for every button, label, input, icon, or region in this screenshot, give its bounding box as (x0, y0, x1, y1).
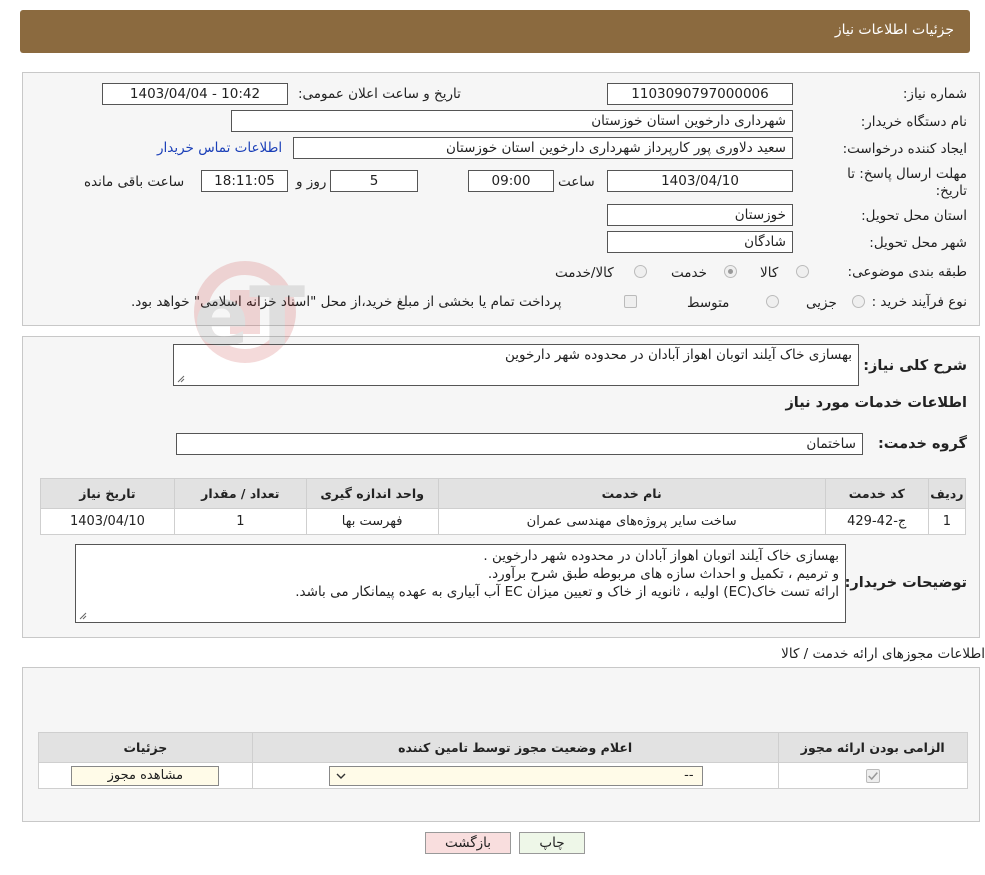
category-label: طبقه بندی موضوعی: (847, 264, 967, 280)
category-service-radio[interactable] (724, 265, 737, 278)
process-minor-label: جزیی (806, 295, 837, 311)
province-field: خوزستان (607, 204, 793, 226)
process-medium-radio[interactable] (766, 295, 779, 308)
category-goods-radio[interactable] (796, 265, 809, 278)
permit-required-checkbox[interactable] (865, 768, 880, 783)
need-number-label: شماره نیاز: (902, 86, 967, 102)
cell-service-code: ج-42-429 (824, 508, 929, 535)
buyer-notes-textarea: بهسازی خاک آیلند اتوبان اهواز آبادان در … (75, 544, 846, 623)
need-number-field: 1103090797000006 (607, 83, 793, 105)
check-icon (867, 771, 878, 780)
deadline-date-field: 1403/04/10 (607, 170, 793, 192)
city-label: شهر محل تحویل: (869, 235, 967, 251)
buyer-org-field: شهرداری دارخوین استان خوزستان (231, 110, 793, 132)
summary-text: بهسازی خاک آیلند اتوبان اهواز آبادان در … (505, 347, 852, 363)
summary-textarea: بهسازی خاک آیلند اتوبان اهواز آبادان در … (173, 344, 859, 386)
page-title: جزئیات اطلاعات نیاز (834, 22, 954, 38)
permit-status-select-value: -- (684, 767, 694, 783)
chevron-down-icon (336, 773, 346, 779)
service-group-field: ساختمان (176, 433, 863, 455)
col-permit-details: جزئیات (38, 732, 253, 763)
deadline-time-field: 09:00 (468, 170, 554, 192)
process-medium-label: متوسط (687, 295, 730, 311)
cell-permit-status: -- (251, 762, 779, 789)
province-label: استان محل تحویل: (861, 208, 967, 224)
category-service-label: خدمت (671, 265, 707, 281)
buyer-notes-line-2: و ترمیم ، تکمیل و احداث سازه های مربوطه … (487, 566, 839, 582)
permits-table: الزامی بودن ارائه مجوز اعلام وضعیت مجوز … (38, 732, 969, 789)
col-unit: واحد اندازه گیری (305, 478, 439, 509)
cell-permit-required (777, 762, 969, 789)
buyer-contact-link[interactable]: اطلاعات تماس خریدار (157, 140, 282, 156)
process-minor-radio[interactable] (852, 295, 865, 308)
col-need-date: تاریخ نیاز (40, 478, 175, 509)
col-row: ردیف (927, 478, 967, 509)
announce-label: تاریخ و ساعت اعلان عمومی: (298, 86, 461, 102)
resize-grip-icon[interactable] (177, 375, 185, 383)
col-permit-required: الزامی بودن ارائه مجوز (777, 732, 969, 763)
col-service-name: نام خدمت (437, 478, 826, 509)
print-button[interactable]: چاپ (519, 832, 585, 854)
services-table: ردیف کد خدمت نام خدمت واحد اندازه گیری ت… (40, 478, 967, 535)
buyer-org-label: نام دستگاه خریدار: (860, 114, 967, 130)
services-table-header: ردیف کد خدمت نام خدمت واحد اندازه گیری ت… (40, 478, 967, 509)
deadline-time-label: ساعت (558, 174, 595, 190)
cell-unit: فهرست بها (305, 508, 439, 535)
back-button[interactable]: بازگشت (425, 832, 511, 854)
resize-grip-icon[interactable] (79, 612, 87, 620)
buyer-notes-label: توضیحات خریدار: (844, 575, 967, 591)
summary-label: شرح کلی نیاز: (863, 358, 967, 374)
category-goods-service-label: کالا/خدمت (555, 265, 614, 281)
deadline-label-date: تاریخ: (935, 183, 967, 199)
treasury-payment-checkbox[interactable] (624, 295, 637, 308)
treasury-payment-note: پرداخت تمام یا بخشی از مبلغ خرید،از محل … (131, 294, 562, 310)
col-permit-status: اعلام وضعیت مجوز توسط تامین کننده (251, 732, 779, 763)
table-row: -- مشاهده مجوز (38, 762, 969, 789)
creator-label: ایجاد کننده درخواست: (842, 141, 967, 157)
cell-need-date: 1403/04/10 (40, 508, 175, 535)
cell-permit-details: مشاهده مجوز (38, 762, 253, 789)
category-goods-service-radio[interactable] (634, 265, 647, 278)
table-row: 1 ج-42-429 ساخت سایر پروژه‌های مهندسی عم… (40, 508, 967, 535)
buyer-notes-line-1: بهسازی خاک آیلند اتوبان اهواز آبادان در … (483, 548, 839, 564)
buyer-notes-line-3: ارائه تست خاک(EC) اولیه ، ثانویه از خاک … (295, 584, 839, 600)
permits-heading: اطلاعات مجوزهای ارائه خدمت / کالا (781, 646, 985, 662)
permit-status-select[interactable]: -- (328, 765, 703, 786)
city-field: شادگان (607, 231, 793, 253)
cell-row: 1 (927, 508, 967, 535)
remaining-time-field: 18:11:05 (201, 170, 288, 192)
category-goods-label: کالا (760, 265, 779, 281)
permits-table-header: الزامی بودن ارائه مجوز اعلام وضعیت مجوز … (38, 732, 969, 763)
announce-field: 1403/04/04 - 10:42 (102, 83, 288, 105)
col-quantity: تعداد / مقدار (173, 478, 307, 509)
page-header: جزئیات اطلاعات نیاز (20, 10, 970, 53)
creator-field: سعید دلاوری پور کارپرداز شهرداری دارخوین… (293, 137, 793, 159)
cell-service-name: ساخت سایر پروژه‌های مهندسی عمران (437, 508, 826, 535)
services-heading: اطلاعات خدمات مورد نیاز (785, 395, 967, 411)
view-permit-button[interactable]: مشاهده مجوز (71, 765, 220, 786)
remaining-days-field: 5 (330, 170, 418, 192)
days-label: روز و (296, 174, 327, 190)
deadline-label: مهلت ارسال پاسخ: تا (847, 166, 967, 182)
cell-quantity: 1 (173, 508, 307, 535)
service-group-label: گروه خدمت: (877, 436, 967, 452)
process-label: نوع فرآیند خرید : (871, 294, 967, 310)
col-service-code: کد خدمت (824, 478, 929, 509)
remaining-label: ساعت باقی مانده (84, 174, 185, 190)
